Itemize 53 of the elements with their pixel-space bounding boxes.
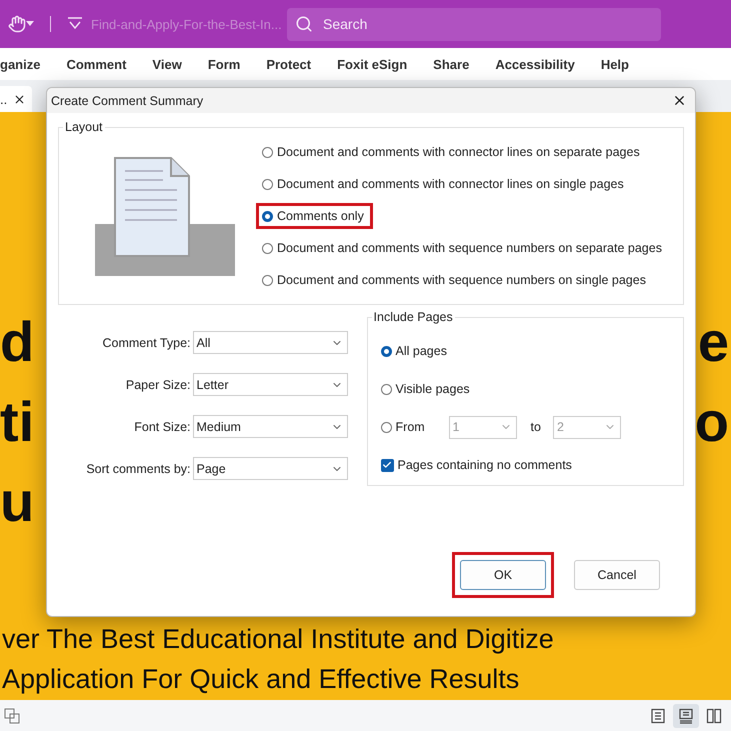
range-label: to [530,420,541,434]
page-option[interactable]: Visible pages [380,370,683,408]
search-field[interactable]: Search [287,8,661,40]
menu-item[interactable]: Share [420,56,482,72]
layout-option[interactable]: Document and comments with sequence numbers on separate pages [256,235,671,261]
no-comments-checkbox[interactable]: Pages containing no comments [380,446,683,484]
menu-item[interactable]: Comment [53,56,140,72]
heading-text: u [0,474,34,530]
menu-item[interactable]: ganize [0,56,54,72]
heading-text: o [694,394,729,450]
dropdown-field[interactable]: Letter [192,373,348,396]
field-label: Sort comments by: [86,462,191,476]
view-mode-button[interactable] [673,704,699,728]
hand-tool-icon[interactable] [8,15,34,33]
menu-item[interactable]: Help [588,56,642,72]
layout-option[interactable]: Comments only [256,203,373,229]
group-legend: Include Pages [372,310,455,324]
page-layout-icon[interactable] [4,708,20,724]
field-label: Font Size: [134,420,191,434]
menu-item[interactable]: Form [194,56,254,72]
layout-option[interactable]: Document and comments with connector lines on separate pages [256,139,649,165]
search-icon [295,15,313,33]
dropdown-field[interactable]: Page [192,457,348,480]
close-icon[interactable] [13,92,26,106]
dialog-title: Create Comment Summary [51,94,204,108]
menu-item[interactable]: View [139,56,195,72]
dialog-button[interactable]: OK [460,560,546,590]
subheading-text: ver The Best Educational Institute and Digitize [2,623,555,656]
group-legend: Layout [63,120,105,134]
field-label: Paper Size: [126,378,191,392]
close-icon[interactable] [672,93,687,108]
menu-item[interactable]: Protect [253,56,324,72]
heading-text: e [698,314,729,370]
heading-text: ti [0,394,34,450]
page-view-icon [678,708,694,724]
checkbox[interactable] [380,458,394,472]
document-tab[interactable]: .. [0,86,32,112]
page-view-icon [650,708,666,724]
dialog-button[interactable]: Cancel [574,560,660,590]
field-label: Comment Type: [102,336,191,350]
heading-text: d [0,314,34,370]
page-view-icon [706,708,722,724]
page-option[interactable]: All pages [380,332,683,370]
dropdown-field[interactable]: Medium [192,415,348,438]
menu-item[interactable]: Accessibility [482,56,588,72]
subheading-text: Application For Quick and Effective Results [2,663,520,696]
page-option[interactable]: From [380,408,449,446]
menu-item[interactable]: Foxit eSign [324,56,420,72]
layout-option[interactable]: Document and comments with connector lines on single pages [256,171,633,197]
dropdown-field[interactable]: All [192,331,348,354]
dropdown-icon[interactable] [67,17,83,31]
document-title: Find-and-Apply-For-the-Best-In... [91,16,279,32]
layout-option[interactable]: Document and comments with sequence numbers on single pages [256,267,655,293]
